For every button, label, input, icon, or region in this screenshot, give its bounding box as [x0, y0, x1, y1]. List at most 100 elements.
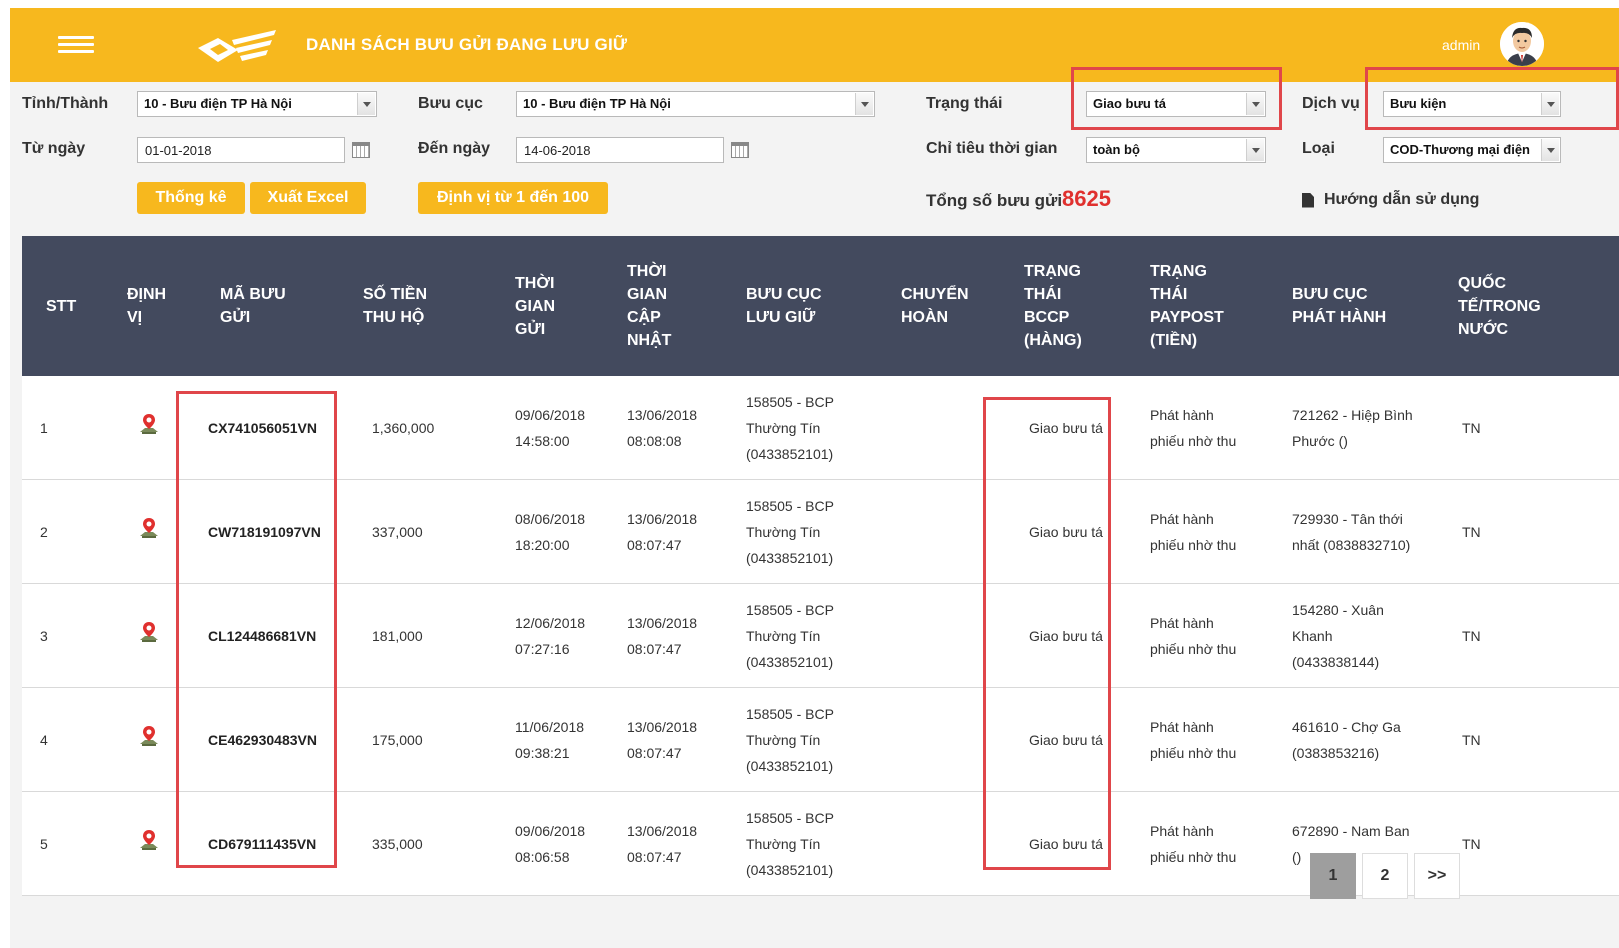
service-select[interactable]: Bưu kiện [1383, 91, 1561, 117]
help-link[interactable]: Hướng dẫn sử dụng [1302, 191, 1479, 209]
cell-line: TN [1462, 732, 1481, 748]
table-row[interactable]: CL124486681VN 3 181,000 12/06/2018 07:27:16 1… [22, 584, 1619, 688]
cell-line: 721262 - Hiệp Bình [1292, 407, 1413, 423]
parcel-code[interactable]: CX741056051VN [208, 415, 317, 441]
cell-line: 09/06/2018 [515, 407, 586, 423]
cell-line: Giao bưu tá [1029, 628, 1103, 644]
cell-line: 08:07:47 [627, 641, 682, 657]
cell-line: 1 [40, 420, 48, 436]
user-name[interactable]: admin [1442, 37, 1480, 53]
cell-line: 11/06/2018 [515, 719, 585, 735]
cell-scope: TN [1462, 831, 1481, 857]
map-pin-icon[interactable] [137, 516, 161, 540]
map-pin-icon[interactable] [137, 620, 161, 644]
cell-line: 158505 - BCP [746, 394, 834, 410]
column-header-line: THỜI [627, 263, 667, 280]
column-header-line: LƯU GIỮ [746, 309, 816, 326]
type-select[interactable]: COD-Thương mại điện [1383, 137, 1561, 163]
map-pin-icon[interactable] [137, 724, 161, 748]
cell-line: Phát hành [1150, 615, 1214, 631]
cell-bccp: Giao bưu tá [1029, 519, 1103, 545]
service-label: Dịch vụ [1302, 95, 1360, 112]
parcel-code[interactable]: CE462930483VN [208, 727, 317, 753]
time-metric-select[interactable]: toàn bộ [1086, 137, 1266, 163]
cell-line: Thường Tín [746, 524, 821, 540]
status-select[interactable]: Giao bưu tá [1086, 91, 1266, 117]
type-label: Loại [1302, 140, 1335, 157]
post-office-select[interactable]: 10 - Bưu điện TP Hà Nội [516, 91, 875, 117]
parcel-code[interactable]: CD679111435VN [208, 831, 316, 857]
column-header-sent: THỜI GIAN GỬI [515, 272, 555, 341]
cell-line: Thường Tín [746, 420, 821, 436]
column-header-line: TẾ/TRONG [1458, 297, 1541, 315]
export-excel-button[interactable]: Xuất Excel [250, 182, 366, 214]
parcel-code[interactable]: CW718191097VN [208, 519, 321, 545]
column-header-line: THỜI [515, 274, 555, 292]
from-date-field[interactable]: 01-01-2018 [137, 137, 345, 163]
map-pin-icon[interactable] [137, 828, 161, 852]
cell-scope: TN [1462, 519, 1481, 545]
chevron-down-icon[interactable] [1541, 93, 1559, 115]
cell-line: Phước () [1292, 433, 1348, 449]
cell-line: 08:07:47 [627, 745, 682, 761]
avatar[interactable] [1500, 22, 1544, 66]
cell-line: Thường Tín [746, 732, 821, 748]
cell-line: Giao bưu tá [1029, 524, 1103, 540]
to-date-field[interactable]: 14-06-2018 [516, 137, 724, 163]
cell-stt: 5 [40, 831, 48, 857]
column-header-line: NHẬT [627, 332, 672, 349]
cell-sent: 09/06/2018 14:58:00 [515, 402, 585, 454]
province-select[interactable]: 10 - Bưu điện TP Hà Nội [137, 91, 377, 117]
table-row[interactable]: CX741056051VN 1 1,360,000 09/06/2018 14:58:0… [22, 376, 1619, 480]
chevron-down-icon[interactable] [1541, 139, 1559, 161]
cell-line: 14:58:00 [515, 433, 570, 449]
cell-line: phiếu nhờ thu [1150, 641, 1237, 657]
next-page-button[interactable]: >> [1414, 853, 1460, 899]
cell-line: Giao bưu tá [1029, 836, 1103, 852]
cell-line: 158505 - BCP [746, 810, 834, 826]
cell-updated: 13/06/2018 08:07:47 [627, 610, 697, 662]
column-header-line: GỬI [515, 320, 546, 338]
cell-line: (0383853216) [1292, 745, 1380, 761]
map-pin-icon[interactable] [137, 412, 161, 436]
cell-office: 158505 - BCP Thường Tín (0433852101) [746, 493, 834, 571]
cell-office: 158505 - BCP Thường Tín (0433852101) [746, 805, 834, 883]
page-button-2[interactable]: 2 [1362, 853, 1408, 899]
column-header-line: THU HỘ [363, 309, 425, 326]
parcel-code[interactable]: CL124486681VN [208, 623, 316, 649]
calendar-icon[interactable] [731, 142, 749, 158]
column-header-line: TRẠNG [1150, 263, 1207, 280]
stats-button[interactable]: Thống kê [137, 182, 245, 214]
chevron-down-icon[interactable] [357, 93, 375, 115]
table-row[interactable]: CE462930483VN 4 175,000 11/06/2018 09:38:21 1… [22, 688, 1619, 792]
cell-line: phiếu nhờ thu [1150, 433, 1237, 449]
cell-issuer: 729930 - Tân thới nhất (0838832710) [1292, 506, 1410, 558]
table-row[interactable]: CW718191097VN 2 337,000 08/06/2018 18:20:00 1… [22, 480, 1619, 584]
column-header-line: SỐ TIỀN [363, 286, 428, 303]
cell-sent: 11/06/2018 09:38:21 [515, 714, 584, 766]
cell-line: 08:08:08 [627, 433, 682, 449]
cell-scope: TN [1462, 415, 1481, 441]
chevron-down-icon[interactable] [1246, 93, 1264, 115]
cell-line: Phát hành [1150, 407, 1214, 423]
cell-line: TN [1462, 420, 1481, 436]
cell-issuer: 721262 - Hiệp Bình Phước () [1292, 402, 1413, 454]
cell-line: phiếu nhờ thu [1150, 849, 1237, 865]
cell-paypost: Phát hành phiếu nhờ thu [1150, 506, 1236, 558]
cell-cod: 181,000 [372, 623, 423, 649]
locate-range-button[interactable]: Định vị từ 1 đến 100 [418, 182, 608, 214]
calendar-icon[interactable] [352, 142, 370, 158]
column-header-line: HOÀN [901, 309, 949, 326]
cell-line: Phát hành [1150, 511, 1214, 527]
top-header: DANH SÁCH BƯU GỬI ĐANG LƯU GIỮ admin [10, 8, 1619, 82]
chevron-down-icon[interactable] [855, 93, 873, 115]
cell-issuer: 154280 - Xuân Khanh (0433838144) [1292, 597, 1384, 675]
cell-paypost: Phát hành phiếu nhờ thu [1150, 402, 1236, 454]
page-button-1[interactable]: 1 [1310, 853, 1356, 899]
cell-line: 1,360,000 [372, 420, 435, 436]
cell-sent: 08/06/2018 18:20:00 [515, 506, 585, 558]
column-header-line: TRẠNG [1024, 263, 1081, 280]
menu-icon[interactable] [58, 36, 94, 54]
chevron-down-icon[interactable] [1246, 139, 1264, 161]
cell-paypost: Phát hành phiếu nhờ thu [1150, 818, 1236, 870]
